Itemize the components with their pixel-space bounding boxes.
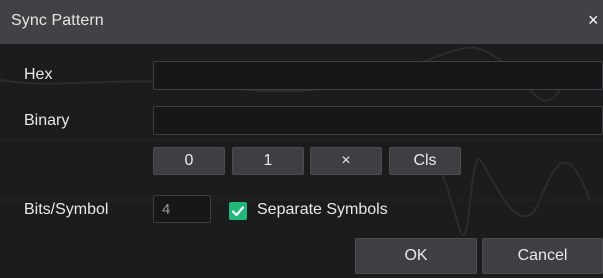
title-bar: Sync Pattern ×	[0, 0, 603, 44]
binary-label: Binary	[24, 112, 70, 129]
separate-symbols-label[interactable]: Separate Symbols	[257, 201, 388, 219]
bit-zero-button[interactable]: 0	[153, 147, 225, 175]
dialog-title: Sync Pattern	[11, 12, 104, 29]
separate-symbols-checkbox[interactable]	[229, 202, 247, 220]
cancel-button[interactable]: Cancel	[482, 238, 603, 274]
hex-input[interactable]	[153, 61, 603, 90]
clear-button[interactable]: Cls	[389, 147, 461, 175]
sync-pattern-dialog: Sync Pattern × Hex Binary 0 1 × Cls Bits…	[0, 0, 603, 278]
bits-per-symbol-input[interactable]	[153, 195, 211, 223]
ok-button[interactable]: OK	[355, 238, 477, 274]
hex-label: Hex	[24, 66, 53, 83]
check-icon	[231, 206, 245, 217]
bit-one-button[interactable]: 1	[232, 147, 304, 175]
bit-x-button[interactable]: ×	[310, 147, 382, 175]
binary-input[interactable]	[153, 106, 603, 135]
bits-per-symbol-label: Bits/Symbol	[24, 201, 109, 218]
close-icon[interactable]: ×	[588, 10, 603, 30]
